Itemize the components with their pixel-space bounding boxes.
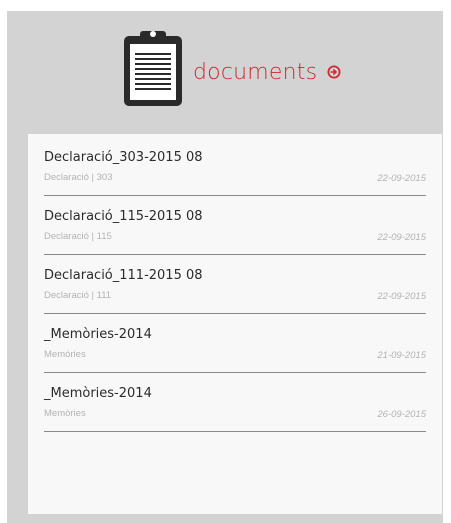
document-title[interactable]: _Memòries-2014 <box>44 327 152 342</box>
document-date: 22-09-2015 <box>377 291 426 302</box>
document-item[interactable]: Declaració_303-2015 08 Declaració | 303 … <box>44 148 426 207</box>
document-item[interactable]: _Memòries-2014 Memòries 21-09-2015 <box>44 325 426 384</box>
document-date: 22-09-2015 <box>377 173 426 184</box>
divider <box>44 313 426 314</box>
document-date: 21-09-2015 <box>377 350 426 361</box>
documents-title[interactable]: documents <box>193 60 317 85</box>
documents-list: Declaració_303-2015 08 Declaració | 303 … <box>44 148 426 443</box>
document-date: 22-09-2015 <box>377 232 426 243</box>
clipboard-icon <box>124 31 182 106</box>
divider <box>44 431 426 432</box>
document-category: Declaració | 303 <box>44 172 113 183</box>
document-title[interactable]: Declaració_111-2015 08 <box>44 268 203 283</box>
document-category: Memòries <box>44 408 86 419</box>
document-title[interactable]: _Memòries-2014 <box>44 386 152 401</box>
document-category: Declaració | 111 <box>44 290 112 301</box>
document-title[interactable]: Declaració_303-2015 08 <box>44 150 203 165</box>
divider <box>44 254 426 255</box>
divider <box>44 195 426 196</box>
document-item[interactable]: _Memòries-2014 Memòries 26-09-2015 <box>44 384 426 443</box>
documents-header: documents <box>7 11 443 132</box>
document-category: Declaració | 115 <box>44 231 112 242</box>
documents-widget: documents Declaració_303-2015 08 Declara… <box>7 11 443 523</box>
circle-arrow-right-icon[interactable] <box>327 65 341 79</box>
document-date: 26-09-2015 <box>377 409 426 420</box>
document-title[interactable]: Declaració_115-2015 08 <box>44 209 203 224</box>
divider <box>44 372 426 373</box>
documents-panel: Declaració_303-2015 08 Declaració | 303 … <box>28 134 442 514</box>
document-item[interactable]: Declaració_111-2015 08 Declaració | 111 … <box>44 266 426 325</box>
document-category: Memòries <box>44 349 86 360</box>
documents-header-link[interactable]: documents <box>193 57 341 87</box>
document-item[interactable]: Declaració_115-2015 08 Declaració | 115 … <box>44 207 426 266</box>
